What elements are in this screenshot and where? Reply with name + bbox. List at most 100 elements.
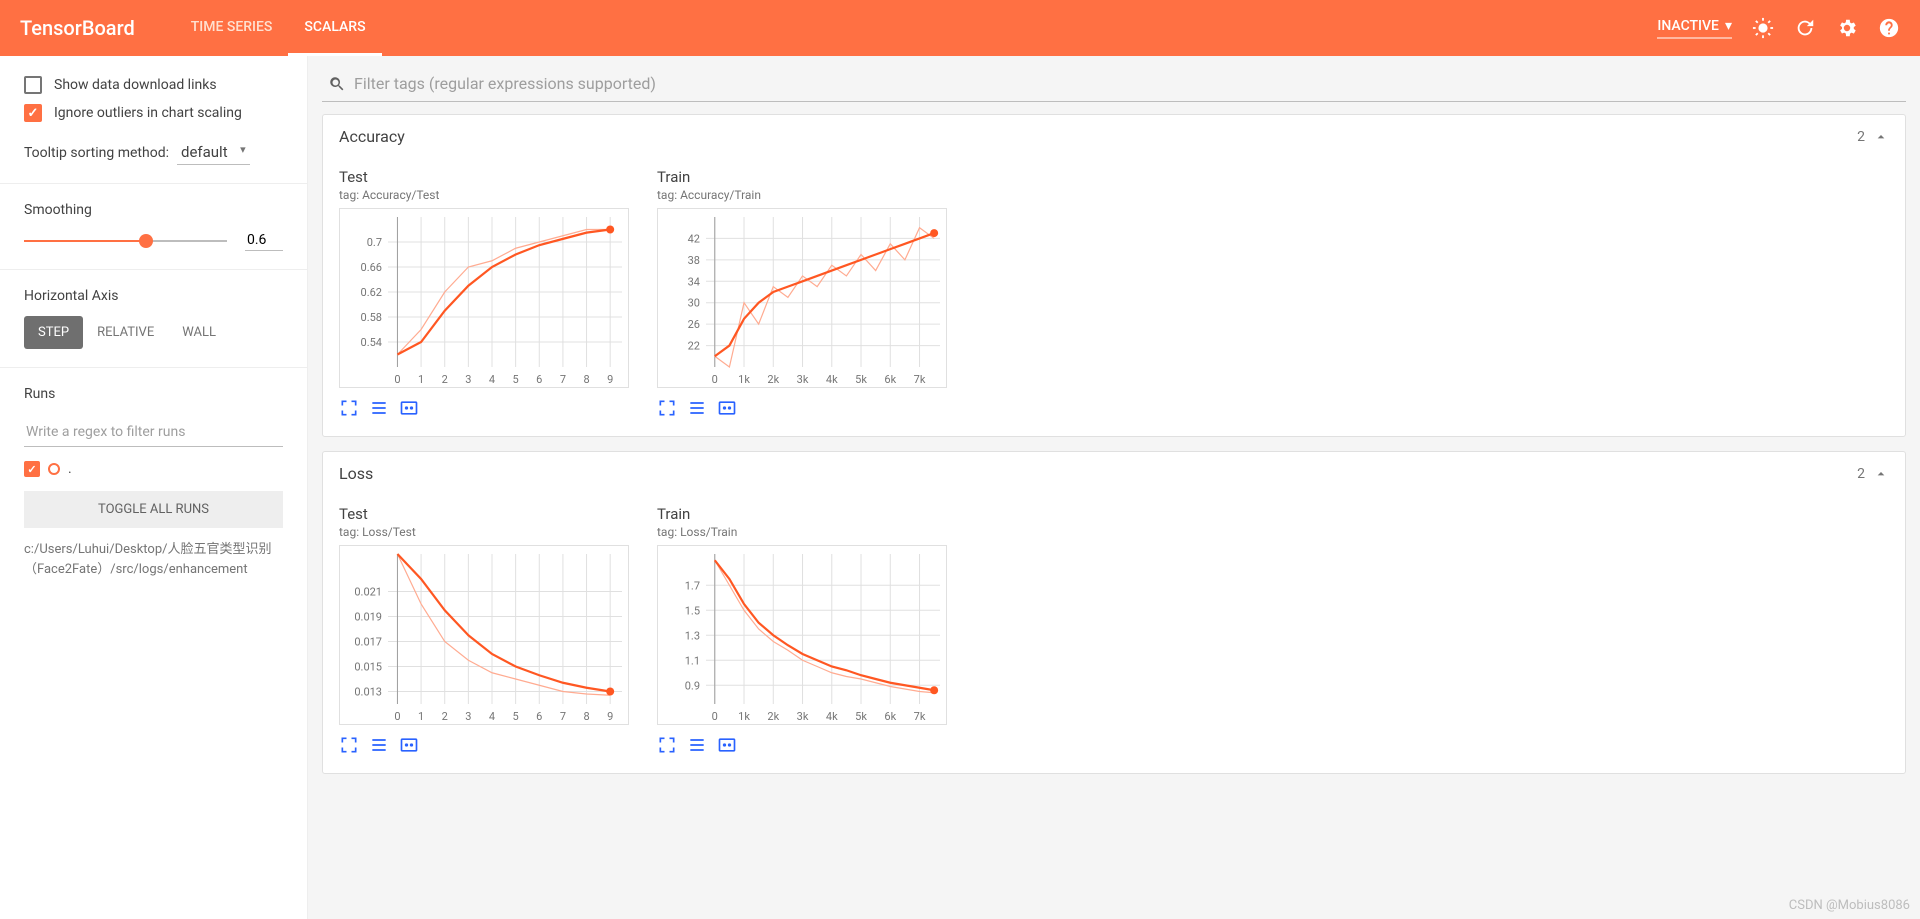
- svg-text:0.54: 0.54: [361, 336, 382, 349]
- svg-text:3k: 3k: [797, 373, 809, 386]
- chart-title: Test: [339, 505, 639, 523]
- show-download-checkbox[interactable]: [24, 76, 42, 94]
- settings-icon[interactable]: [1836, 17, 1858, 39]
- svg-text:7k: 7k: [914, 373, 926, 386]
- list-icon[interactable]: [369, 735, 389, 755]
- run-checkbox[interactable]: [24, 461, 40, 477]
- brightness-icon[interactable]: [1752, 17, 1774, 39]
- svg-text:6k: 6k: [884, 373, 896, 386]
- watermark: CSDN @Mobius8086: [1789, 898, 1910, 913]
- list-icon[interactable]: [687, 735, 707, 755]
- svg-text:0: 0: [394, 373, 400, 386]
- svg-text:8: 8: [583, 373, 589, 386]
- list-icon[interactable]: [369, 398, 389, 418]
- fullscreen-icon[interactable]: [339, 398, 359, 418]
- horizontal-axis-buttons: STEPRELATIVEWALL: [24, 316, 283, 349]
- run-color-icon: [48, 463, 60, 475]
- toggle-all-runs-button[interactable]: TOGGLE ALL RUNS: [24, 491, 283, 528]
- list-icon[interactable]: [687, 398, 707, 418]
- runs-label: Runs: [24, 386, 283, 402]
- svg-text:5k: 5k: [855, 373, 867, 386]
- chart-tag: tag: Loss/Train: [657, 525, 957, 539]
- category-title: Loss: [339, 464, 373, 483]
- svg-text:0.7: 0.7: [367, 236, 382, 249]
- svg-text:1k: 1k: [738, 710, 750, 723]
- svg-text:2k: 2k: [767, 373, 779, 386]
- category-header[interactable]: Accuracy 2: [323, 115, 1905, 158]
- svg-text:1.1: 1.1: [685, 654, 700, 667]
- chart-plot[interactable]: 0.91.11.31.51.701k2k3k4k5k6k7k: [657, 545, 947, 725]
- chart-card: Train tag: Loss/Train 0.91.11.31.51.701k…: [657, 505, 957, 755]
- svg-text:0.62: 0.62: [361, 286, 382, 299]
- svg-text:9: 9: [607, 373, 613, 386]
- svg-text:0.013: 0.013: [354, 686, 382, 699]
- axis-step-button[interactable]: STEP: [24, 316, 83, 349]
- header-tabs: TIME SERIESSCALARS: [175, 0, 382, 56]
- run-row[interactable]: .: [24, 461, 283, 477]
- chart-actions: [339, 735, 639, 755]
- svg-text:8: 8: [583, 710, 589, 723]
- run-name: .: [68, 461, 72, 477]
- svg-text:7: 7: [560, 373, 566, 386]
- svg-text:0.019: 0.019: [354, 611, 382, 624]
- app-header: TensorBoard TIME SERIESSCALARS INACTIVE …: [0, 0, 1920, 56]
- chart-tag: tag: Loss/Test: [339, 525, 639, 539]
- fit-icon[interactable]: [399, 398, 419, 418]
- tab-time-series[interactable]: TIME SERIES: [175, 0, 289, 56]
- chevron-up-icon: [1873, 466, 1889, 482]
- refresh-icon[interactable]: [1794, 17, 1816, 39]
- runs-filter-input[interactable]: [24, 418, 283, 447]
- ignore-outliers-label: Ignore outliers in chart scaling: [54, 105, 242, 121]
- svg-text:6: 6: [536, 710, 542, 723]
- tooltip-sort-select[interactable]: default: [177, 140, 250, 165]
- filter-tags-input[interactable]: [354, 70, 1900, 97]
- svg-text:0.58: 0.58: [361, 311, 382, 324]
- svg-text:2: 2: [442, 373, 448, 386]
- axis-wall-button[interactable]: WALL: [168, 316, 230, 349]
- svg-text:0.017: 0.017: [354, 636, 382, 649]
- category-header[interactable]: Loss 2: [323, 452, 1905, 495]
- fit-icon[interactable]: [717, 735, 737, 755]
- svg-text:4: 4: [489, 710, 495, 723]
- tab-scalars[interactable]: SCALARS: [288, 0, 381, 56]
- svg-text:34: 34: [688, 275, 700, 288]
- ignore-outliers-checkbox[interactable]: [24, 104, 42, 122]
- dropdown-icon: ▾: [1725, 18, 1732, 34]
- fit-icon[interactable]: [399, 735, 419, 755]
- chevron-up-icon: [1873, 129, 1889, 145]
- fullscreen-icon[interactable]: [339, 735, 359, 755]
- axis-relative-button[interactable]: RELATIVE: [83, 316, 168, 349]
- fullscreen-icon[interactable]: [657, 398, 677, 418]
- fit-icon[interactable]: [717, 398, 737, 418]
- help-icon[interactable]: [1878, 17, 1900, 39]
- chart-plot[interactable]: 0.540.580.620.660.70123456789: [339, 208, 629, 388]
- content-area: Accuracy 2 Test tag: Accuracy/Test 0.540…: [308, 56, 1920, 919]
- svg-text:3: 3: [465, 710, 471, 723]
- tooltip-sort-value: default: [177, 140, 250, 165]
- smoothing-slider[interactable]: [24, 233, 227, 249]
- smoothing-input[interactable]: [245, 230, 283, 251]
- chart-tag: tag: Accuracy/Train: [657, 188, 957, 202]
- chart-actions: [657, 735, 957, 755]
- svg-text:1.3: 1.3: [685, 629, 700, 642]
- fullscreen-icon[interactable]: [657, 735, 677, 755]
- svg-text:5: 5: [513, 373, 519, 386]
- chart-plot[interactable]: 22263034384201k2k3k4k5k6k7k: [657, 208, 947, 388]
- category-count: 2: [1857, 129, 1865, 145]
- tooltip-sort-label: Tooltip sorting method:: [24, 145, 169, 161]
- chart-plot[interactable]: 0.0130.0150.0170.0190.0210123456789: [339, 545, 629, 725]
- svg-text:1.5: 1.5: [685, 604, 700, 617]
- show-download-row[interactable]: Show data download links: [24, 76, 283, 94]
- inactive-dropdown[interactable]: INACTIVE ▾: [1657, 18, 1732, 39]
- chart-card: Test tag: Accuracy/Test 0.540.580.620.66…: [339, 168, 639, 418]
- svg-text:38: 38: [688, 254, 700, 267]
- filter-bar: [322, 66, 1906, 102]
- svg-text:2: 2: [442, 710, 448, 723]
- category-loss: Loss 2 Test tag: Loss/Test 0.0130.0150.0…: [322, 451, 1906, 774]
- chart-title: Train: [657, 505, 957, 523]
- ignore-outliers-row[interactable]: Ignore outliers in chart scaling: [24, 104, 283, 122]
- svg-text:9: 9: [607, 710, 613, 723]
- svg-text:0: 0: [712, 710, 718, 723]
- chart-card: Train tag: Accuracy/Train 22263034384201…: [657, 168, 957, 418]
- chart-card: Test tag: Loss/Test 0.0130.0150.0170.019…: [339, 505, 639, 755]
